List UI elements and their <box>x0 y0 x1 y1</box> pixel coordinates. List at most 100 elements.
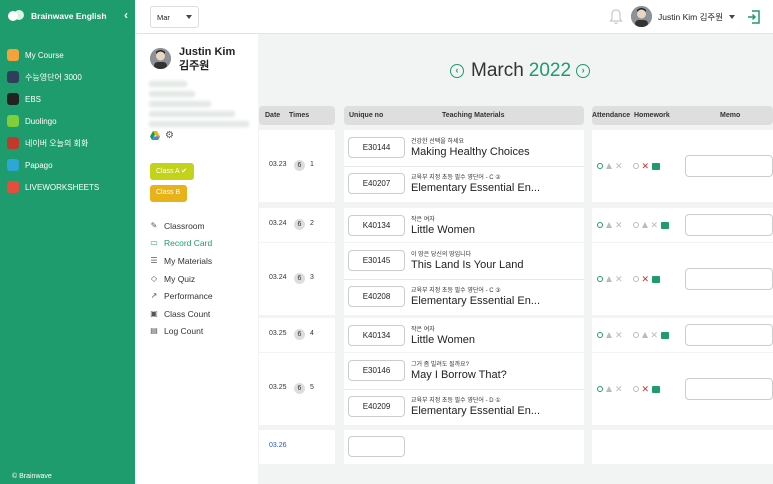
absent-icon[interactable]: ✕ <box>615 385 623 394</box>
late-icon[interactable] <box>606 163 612 169</box>
gear-icon[interactable]: ⚙ <box>165 131 174 141</box>
month-select-value: Mar <box>157 13 170 22</box>
collapse-sidebar-icon[interactable]: ‹ <box>124 8 128 22</box>
ebs-icon <box>7 93 19 105</box>
late-icon[interactable] <box>606 332 612 338</box>
bell-icon[interactable] <box>609 9 623 25</box>
prev-month-button[interactable]: ‹ <box>450 64 464 78</box>
sidebar-item-naver[interactable]: 네이버 오늘의 회화 <box>0 132 135 154</box>
late-icon[interactable] <box>606 276 612 282</box>
present-icon[interactable] <box>597 163 603 169</box>
profile-actions: ⚙ <box>150 131 174 141</box>
late-icon[interactable] <box>606 222 612 228</box>
material-title[interactable]: Elementary Essential En... <box>411 182 540 194</box>
homework-done-icon[interactable] <box>632 163 639 169</box>
homework-partial-icon[interactable] <box>641 222 648 228</box>
absent-icon[interactable]: ✕ <box>615 331 623 340</box>
memo-input[interactable] <box>685 378 773 400</box>
sidebar-item-duolingo[interactable]: Duolingo <box>0 110 135 132</box>
homework-partial-icon[interactable] <box>641 332 648 338</box>
google-drive-icon[interactable] <box>150 131 160 140</box>
homework-done-icon[interactable] <box>632 276 639 282</box>
sidebar-item-globe[interactable]: 수능영단어 3000 <box>0 66 135 88</box>
memo-input[interactable] <box>685 324 773 346</box>
unique-no-field[interactable]: K40134 <box>348 325 405 346</box>
sidebar-item-papago[interactable]: Papago <box>0 154 135 176</box>
row-date[interactable]: 03.26 <box>269 442 287 449</box>
printer-icon[interactable] <box>661 221 670 229</box>
sidebar-item-home[interactable]: My Course <box>0 44 135 66</box>
attendance-cell: ✕ ✕ <box>592 243 773 315</box>
homework-done-icon[interactable] <box>632 332 639 338</box>
unique-no-field[interactable]: E30144 <box>348 137 405 158</box>
row-times: 4 <box>310 330 314 337</box>
material-title[interactable]: This Land Is Your Land <box>411 259 524 271</box>
material-title[interactable]: Making Healthy Choices <box>411 146 530 158</box>
material-subtitle: 이 땅은 당신의 땅입니다 <box>411 252 472 258</box>
menu-item-materials[interactable]: ☰ My Materials <box>149 252 213 270</box>
row-times: 1 <box>310 161 314 168</box>
unique-no-field[interactable]: E40207 <box>348 173 405 194</box>
material-subtitle: 교육부 지정 초등 필수 영단어 - C ③ <box>411 288 501 294</box>
home-icon <box>7 49 19 61</box>
printer-icon[interactable] <box>652 162 661 170</box>
menu-item-performance[interactable]: ↗ Performance <box>149 287 213 305</box>
present-icon[interactable] <box>597 332 603 338</box>
unique-no-field[interactable]: E30145 <box>348 250 405 271</box>
material-title[interactable]: Elementary Essential En... <box>411 295 540 307</box>
unique-no-field[interactable]: E40209 <box>348 396 405 417</box>
unique-no-field[interactable] <box>348 436 405 457</box>
late-icon[interactable] <box>606 386 612 392</box>
homework-not-done-icon[interactable]: ✕ <box>651 331 659 340</box>
material-title[interactable]: Little Women <box>411 334 475 346</box>
sidebar-item-ebs[interactable]: EBS <box>0 88 135 110</box>
homework-not-done-icon[interactable]: ✕ <box>642 385 650 394</box>
material-subtitle: 건강한 선택을 하세요 <box>411 139 465 145</box>
present-icon[interactable] <box>597 276 603 282</box>
material-title[interactable]: Little Women <box>411 224 475 236</box>
materials-cell: E30144 건강한 선택을 하세요 Making Healthy Choices E… <box>344 130 584 202</box>
sidebar-item-liveworksheets[interactable]: LIVEWORKSHEETS <box>0 176 135 198</box>
homework-not-done-icon[interactable]: ✕ <box>642 162 650 171</box>
menu-item-quiz[interactable]: ◇ My Quiz <box>149 270 213 288</box>
homework-not-done-icon[interactable]: ✕ <box>642 275 650 284</box>
memo-input[interactable] <box>685 155 773 177</box>
attendance-controls: ✕ ✕ <box>597 331 670 340</box>
homework-not-done-icon[interactable]: ✕ <box>651 221 659 230</box>
menu-item-class-count[interactable]: ▣ Class Count <box>149 305 213 323</box>
menu-item-label: My Quiz <box>164 273 196 284</box>
absent-icon[interactable]: ✕ <box>615 221 623 230</box>
unique-no-field[interactable]: K40134 <box>348 215 405 236</box>
printer-icon[interactable] <box>652 385 661 393</box>
menu-item-record-card[interactable]: ▭ Record Card <box>149 235 213 253</box>
memo-input[interactable] <box>685 214 773 236</box>
copyright: © Brainwave <box>12 473 52 480</box>
material-subtitle: 교육부 지정 초등 필수 영단어 - C ② <box>411 175 501 181</box>
session-badge: 6 <box>294 383 305 394</box>
class-b-badge[interactable]: Class B <box>150 185 187 202</box>
next-month-button[interactable]: › <box>576 64 591 78</box>
menu-item-classroom[interactable]: ✎ Classroom <box>149 217 213 235</box>
user-menu[interactable]: Justin Kim 김주원 <box>631 6 736 27</box>
unique-no-field[interactable]: E30146 <box>348 360 405 381</box>
present-icon[interactable] <box>597 222 603 228</box>
material-title[interactable]: May I Borrow That? <box>411 369 507 381</box>
absent-icon[interactable]: ✕ <box>615 275 623 284</box>
menu-item-log-count[interactable]: ▤ Log Count <box>149 323 213 341</box>
unique-no-field[interactable]: E40208 <box>348 286 405 307</box>
column-teaching-materials: Teaching Materials <box>442 112 505 119</box>
memo-input[interactable] <box>685 268 773 290</box>
homework-done-icon[interactable] <box>632 222 639 228</box>
printer-icon[interactable] <box>652 275 661 283</box>
printer-icon[interactable] <box>661 331 670 339</box>
row-date: 03.25 <box>269 330 287 337</box>
logout-icon[interactable] <box>747 10 760 24</box>
material-title[interactable]: Elementary Essential En... <box>411 405 540 417</box>
absent-icon[interactable]: ✕ <box>615 162 623 171</box>
date-cell: 03.25 6 4 <box>259 318 335 352</box>
class-a-badge[interactable]: Class A ✔ <box>150 163 194 180</box>
month-select[interactable]: Mar <box>150 6 199 28</box>
homework-done-icon[interactable] <box>632 386 639 392</box>
present-icon[interactable] <box>597 386 603 392</box>
duolingo-icon <box>7 115 19 127</box>
